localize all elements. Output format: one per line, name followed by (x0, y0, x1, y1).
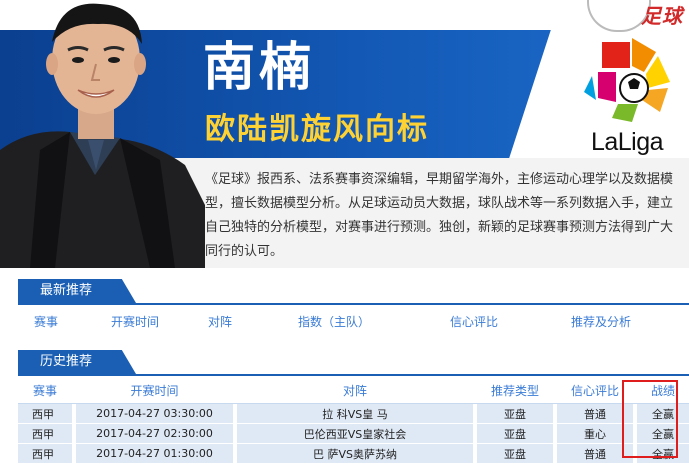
history-section-title: 历史推荐 (40, 354, 93, 369)
table-row[interactable]: 西甲 2017-04-27 02:30:00 巴伦西亚VS皇家社会 亚盘 重心 … (18, 423, 689, 444)
history-section-header: 历史推荐 (18, 350, 689, 376)
latest-col-league: 赛事 (34, 315, 59, 329)
latest-section-header: 最新推荐 (18, 279, 689, 305)
row-match[interactable]: 巴伦西亚VS皇家社会 (237, 423, 473, 444)
history-col-league: 赛事 (18, 378, 72, 404)
table-row[interactable]: 西甲 2017-04-27 03:30:00 拉 科VS皇 马 亚盘 普通 全赢 (18, 403, 689, 424)
latest-col-time: 开赛时间 (111, 315, 160, 329)
latest-table-header: 赛事 开赛时间 对阵 指数（主队） 信心评比 推荐及分析 (18, 306, 689, 336)
laliga-logo-text: LaLiga (590, 128, 664, 156)
expert-slogan: 欧陆凯旋风向标 (205, 112, 429, 147)
row-league: 西甲 (18, 403, 72, 424)
expert-name: 南楠 (203, 38, 316, 98)
history-col-type: 推荐类型 (477, 378, 553, 404)
row-match[interactable]: 拉 科VS皇 马 (237, 403, 473, 424)
laliga-emblem-icon (584, 38, 670, 122)
result-column-highlight (622, 380, 678, 458)
row-type: 亚盘 (477, 423, 553, 444)
latest-col-confidence: 信心评比 (450, 315, 499, 329)
row-time: 2017-04-27 03:30:00 (76, 403, 233, 424)
expert-banner: 足球 南楠 欧陆凯旋风向标 LaLiga 《足球》报西系、法系赛事资深编辑，早期… (0, 0, 689, 268)
row-type: 亚盘 (477, 403, 553, 424)
history-col-time: 开赛时间 (76, 378, 233, 404)
history-table-header: 赛事 开赛时间 对阵 推荐类型 信心评比 战绩 (18, 378, 689, 404)
latest-section-title: 最新推荐 (40, 283, 93, 298)
laliga-logo: LaLiga (572, 32, 682, 157)
brand-mark: 足球 (641, 4, 683, 28)
latest-col-match: 对阵 (208, 315, 233, 329)
latest-col-index: 指数（主队） (298, 315, 371, 329)
row-time: 2017-04-27 02:30:00 (76, 423, 233, 444)
history-table: 赛事 开赛时间 对阵 推荐类型 信心评比 战绩 西甲 2017-04-27 03… (18, 378, 689, 464)
expert-portrait (0, 3, 205, 268)
row-league: 西甲 (18, 423, 72, 444)
history-col-match: 对阵 (237, 378, 473, 404)
latest-col-analysis: 推荐及分析 (571, 315, 632, 329)
expert-bio: 《足球》报西系、法系赛事资深编辑，早期留学海外，主修运动心理学以及数据模型，擅长… (205, 172, 674, 259)
